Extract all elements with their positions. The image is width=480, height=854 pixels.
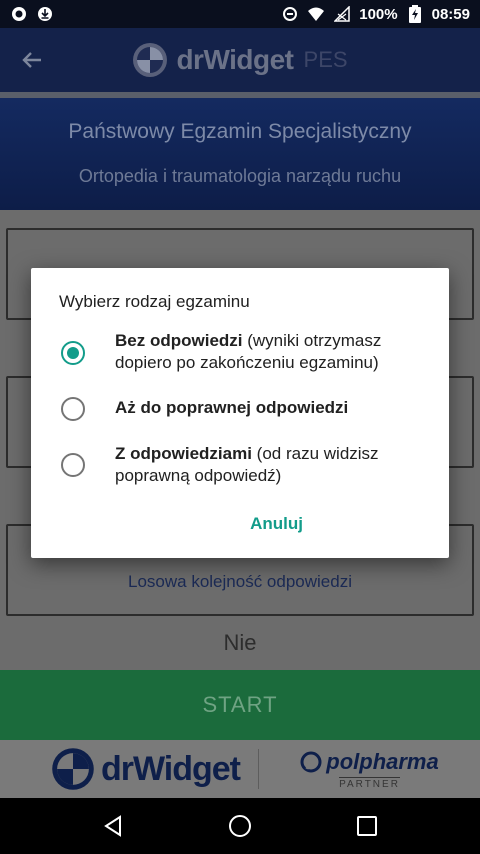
status-right: 100% 08:59 bbox=[281, 5, 470, 23]
circle-home-icon bbox=[228, 815, 251, 837]
drwidget-brand: drWidget bbox=[0, 747, 258, 791]
exam-specialty: Ortopedia i traumatologia narządu ruchu bbox=[78, 166, 402, 186]
drwidget-brand-text: drWidget bbox=[100, 749, 241, 788]
polpharma-logo-icon bbox=[300, 751, 322, 772]
option-no-answers-text: Bez odpowiedzi (wyniki otrzymasz dopiero… bbox=[115, 330, 425, 374]
signal-icon bbox=[333, 5, 351, 23]
status-left bbox=[10, 5, 54, 23]
polpharma-brand-text: polpharma bbox=[326, 748, 439, 774]
clock: 08:59 bbox=[431, 5, 470, 23]
triangle-back-icon bbox=[104, 815, 122, 837]
app-title-suffix: PES bbox=[303, 47, 348, 72]
option-with-answers-bold: Z odpowiedziami bbox=[115, 444, 252, 463]
download-icon bbox=[36, 5, 54, 23]
nav-back-button[interactable] bbox=[93, 806, 133, 846]
random-answer-order-label: Losowa kolejność odpowiedzi bbox=[128, 572, 352, 591]
polpharma-row: polpharma bbox=[300, 748, 439, 775]
app-title: drWidget bbox=[176, 44, 294, 75]
radio-with-answers[interactable] bbox=[61, 453, 85, 477]
system-nav-bar bbox=[0, 798, 480, 854]
battery-charging-icon bbox=[406, 5, 424, 23]
record-icon bbox=[10, 5, 28, 23]
option-until-correct-bold: Aż do poprawnej odpowiedzi bbox=[115, 398, 349, 417]
square-recents-icon bbox=[356, 816, 377, 836]
option-no-answers-bold: Bez odpowiedzi bbox=[115, 331, 243, 350]
drwidget-footer-logo-icon bbox=[52, 748, 94, 790]
option-until-correct-text: Aż do poprawnej odpowiedzi bbox=[115, 397, 425, 419]
wifi-icon bbox=[307, 5, 325, 23]
nav-recents-button[interactable] bbox=[347, 806, 387, 846]
polpharma-brand: polpharma PARTNER bbox=[259, 749, 480, 790]
radio-no-answers[interactable] bbox=[61, 341, 85, 365]
app-logo: drWidget PES bbox=[0, 28, 480, 92]
option-with-answers-text: Z odpowiedziami (od razu widzisz poprawn… bbox=[115, 443, 425, 487]
status-bar: 100% 08:59 bbox=[0, 0, 480, 28]
dialog-title: Wybierz rodzaj egzaminu bbox=[59, 292, 250, 311]
exam-type-dialog: Wybierz rodzaj egzaminu Bez odpowiedzi (… bbox=[31, 268, 449, 558]
exam-title: Państwowy Egzamin Specjalistyczny bbox=[68, 120, 412, 143]
random-order-value[interactable]: Nie bbox=[0, 630, 480, 656]
radio-until-correct[interactable] bbox=[61, 397, 85, 421]
cancel-button[interactable]: Anuluj bbox=[250, 514, 303, 534]
partner-label: PARTNER bbox=[339, 776, 400, 790]
start-button[interactable]: START bbox=[0, 670, 480, 740]
footer-brands: drWidget polpharma PARTNER bbox=[0, 740, 480, 798]
app-bar: drWidget PES bbox=[0, 28, 480, 92]
exam-header: Państwowy Egzamin Specjalistyczny Ortope… bbox=[0, 98, 480, 210]
drwidget-logo-icon bbox=[133, 43, 168, 77]
data-saver-icon bbox=[281, 5, 299, 23]
battery-percent: 100% bbox=[359, 5, 398, 23]
nav-home-button[interactable] bbox=[220, 806, 260, 846]
